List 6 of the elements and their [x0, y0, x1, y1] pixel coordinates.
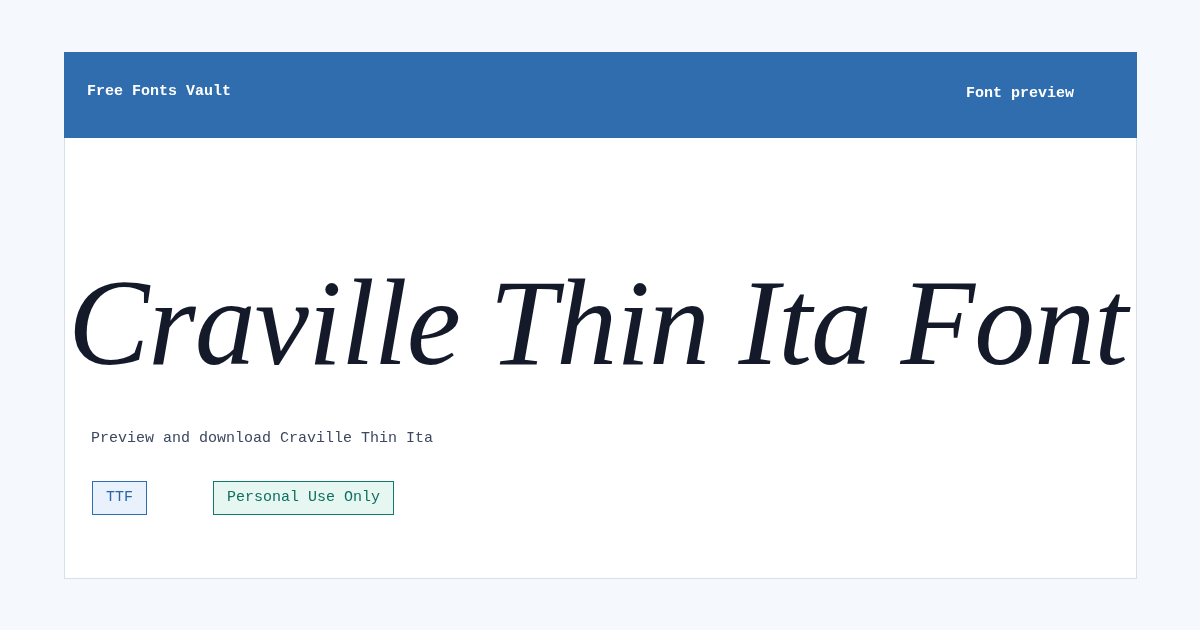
site-name: Free Fonts Vault	[87, 83, 232, 101]
nav-link[interactable]: Font preview	[965, 85, 1074, 103]
license-tag: Personal Use Only	[213, 481, 395, 515]
font-sample-title: Craville Thin Ita Font	[68, 258, 1136, 388]
subtitle-text: Preview and download Craville Thin Ita	[91, 430, 435, 448]
format-tag: TTF	[92, 481, 147, 515]
